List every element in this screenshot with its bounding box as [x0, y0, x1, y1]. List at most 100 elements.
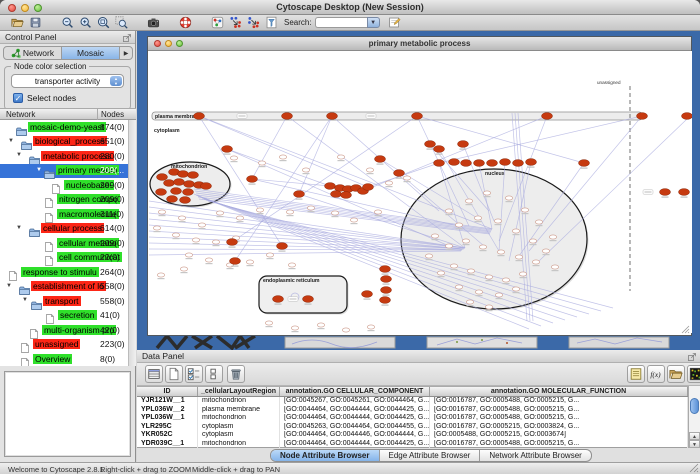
- save-button[interactable]: [26, 15, 44, 30]
- network-node-small[interactable]: [198, 223, 205, 227]
- scroll-up-button[interactable]: ▲: [689, 432, 700, 440]
- network-node-small[interactable]: [286, 210, 293, 214]
- network-node[interactable]: [227, 239, 238, 246]
- network-node[interactable]: [194, 113, 205, 120]
- app-resize-grip[interactable]: [689, 463, 699, 473]
- dp-notes-button[interactable]: [627, 365, 645, 383]
- network-node[interactable]: [500, 159, 511, 166]
- network-node-small[interactable]: [236, 216, 243, 220]
- network-node-small[interactable]: [185, 253, 192, 257]
- dp-selattr-button[interactable]: [185, 365, 203, 383]
- network-node[interactable]: [363, 184, 374, 191]
- network-node-small[interactable]: [505, 196, 512, 200]
- scrollbar-thumb[interactable]: [690, 398, 699, 414]
- table-column-header[interactable]: _cellularLayoutRegion: [198, 387, 280, 396]
- network-node[interactable]: [474, 160, 485, 167]
- network-node-small[interactable]: [291, 326, 298, 330]
- network-node[interactable]: [167, 196, 178, 203]
- zoom-in-button[interactable]: [76, 15, 94, 30]
- network-node-small[interactable]: [192, 238, 199, 242]
- tab-node-attribute-browser[interactable]: Node Attribute Browser: [271, 450, 380, 461]
- network-node-small[interactable]: [158, 210, 165, 214]
- table-row[interactable]: YDR039C__1mitochondrion[GO:0044464, GO:0…: [137, 440, 688, 449]
- network-node-small[interactable]: [535, 220, 542, 224]
- expand-arrow-icon[interactable]: ▼: [16, 225, 22, 231]
- table-row[interactable]: YJR121W__1mitochondrion[GO:0045267, GO:0…: [137, 397, 688, 406]
- network-node[interactable]: [222, 146, 233, 153]
- float-panel-icon[interactable]: [687, 352, 697, 362]
- zoom-out-button[interactable]: [58, 15, 76, 30]
- dp-trash-button[interactable]: [227, 365, 245, 383]
- tree-row[interactable]: ▼transport558(0): [0, 294, 128, 309]
- zoom-selected-button[interactable]: [112, 15, 130, 30]
- network-node-small[interactable]: [497, 250, 504, 254]
- table-column-header[interactable]: annotation.GO MOLECULAR_FUNCTION: [430, 387, 688, 396]
- tree-scrollbar[interactable]: [128, 120, 136, 366]
- network-node[interactable]: [637, 113, 648, 120]
- tree-row[interactable]: ▼cellular process614(0): [0, 222, 128, 237]
- expand-arrow-icon[interactable]: ▼: [8, 138, 14, 144]
- tab-edge-attribute-browser[interactable]: Edge Attribute Browser: [380, 450, 481, 461]
- network-node-small[interactable]: [367, 325, 374, 329]
- layout-a-button[interactable]: [226, 15, 244, 30]
- network-node[interactable]: [341, 192, 352, 199]
- network-node-small[interactable]: [529, 239, 536, 243]
- dp-mini-button[interactable]: [205, 365, 223, 383]
- network-node[interactable]: [579, 160, 590, 167]
- network-node-small[interactable]: [374, 210, 381, 214]
- network-node[interactable]: [381, 287, 392, 294]
- node-color-dropdown[interactable]: transporter activity ▲▼: [11, 74, 124, 88]
- network-node-small[interactable]: [479, 245, 486, 249]
- network-node[interactable]: [157, 174, 168, 181]
- network-node-small[interactable]: [258, 161, 265, 165]
- window-resize-grip[interactable]: [681, 325, 690, 334]
- network-node-small[interactable]: [331, 211, 338, 215]
- tree-row[interactable]: Overview8(0): [0, 352, 128, 366]
- network-node-small[interactable]: [256, 208, 263, 212]
- network-node-small[interactable]: [502, 278, 509, 282]
- search-dropdown-button[interactable]: ▼: [367, 17, 380, 28]
- network-node[interactable]: [380, 297, 391, 304]
- network-node[interactable]: [303, 296, 314, 303]
- network-node-small[interactable]: [230, 156, 237, 160]
- network-node-small[interactable]: [462, 239, 469, 243]
- table-scrollbar[interactable]: ▲ ▼: [688, 386, 700, 448]
- tree-row[interactable]: mosaic-demo-yeast874(0): [0, 120, 128, 135]
- network-node-small[interactable]: [515, 255, 522, 259]
- network-node-small[interactable]: [288, 263, 295, 267]
- network-node[interactable]: [412, 113, 423, 120]
- network-node[interactable]: [425, 141, 436, 148]
- network-node-small[interactable]: [521, 208, 528, 212]
- tree-row[interactable]: multi-organism pro42(0): [0, 323, 128, 338]
- network-node-small[interactable]: [551, 265, 558, 269]
- tree-row[interactable]: ▼biological_process651(0): [0, 135, 128, 150]
- tab-network[interactable]: Network: [4, 47, 62, 59]
- network-node-small[interactable]: [512, 287, 519, 291]
- network-node[interactable]: [188, 172, 199, 179]
- network-node[interactable]: [327, 113, 338, 120]
- table-column-header[interactable]: annotation.GO CELLULAR_COMPONENT: [280, 387, 430, 396]
- network-node[interactable]: [282, 113, 293, 120]
- tree-row[interactable]: cell communicat22(0): [0, 251, 128, 266]
- network-node[interactable]: [381, 276, 392, 283]
- more-tabs-button[interactable]: ▶: [120, 47, 132, 59]
- network-node[interactable]: [184, 181, 195, 188]
- network-node-small[interactable]: [485, 275, 492, 279]
- table-row[interactable]: YPL036W__1mitochondrion[GO:0044464, GO:0…: [137, 414, 688, 423]
- dp-fx-button[interactable]: f(x): [647, 365, 665, 383]
- help-button[interactable]: [176, 15, 194, 30]
- network-node-small[interactable]: [157, 273, 164, 277]
- network-node[interactable]: [434, 160, 445, 167]
- network-node[interactable]: [461, 160, 472, 167]
- network-node[interactable]: [542, 113, 553, 120]
- network-node-small[interactable]: [317, 323, 324, 327]
- network-node[interactable]: [362, 291, 373, 298]
- network-node-small[interactable]: [178, 216, 185, 220]
- network-node-small[interactable]: [302, 168, 309, 172]
- network-node[interactable]: [325, 183, 336, 190]
- birds-eye-view[interactable]: [4, 371, 131, 457]
- dp-heatmap-button[interactable]: [687, 365, 700, 383]
- network-node[interactable]: [277, 243, 288, 250]
- network-node[interactable]: [201, 183, 212, 190]
- zoom-fit-button[interactable]: [94, 15, 112, 30]
